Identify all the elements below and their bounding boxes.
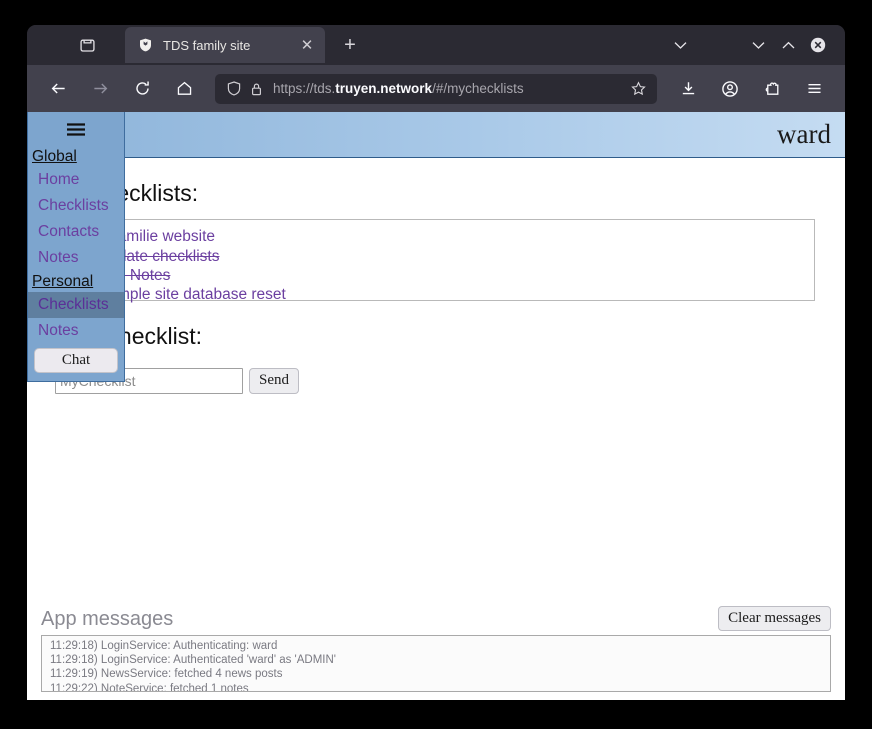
puzzle-piece-icon[interactable] — [756, 73, 788, 105]
logged-in-username: ward — [777, 119, 831, 150]
page-content: My checklists: Todo: Familie website Upd… — [27, 180, 845, 394]
log-line: 11:29:19) NewsService: fetched 4 news po… — [50, 667, 824, 681]
window-maximize-chevron-up-icon[interactable] — [773, 30, 803, 60]
log-line: 11:29:22) NoteService: fetched 1 notes — [50, 682, 824, 692]
lock-icon[interactable] — [245, 78, 267, 100]
hamburger-menu-icon[interactable] — [798, 73, 830, 105]
sidebar-item-global-checklists[interactable]: Checklists — [28, 193, 124, 219]
sidebar-item-global-home[interactable]: Home — [28, 167, 124, 193]
url-scheme: https://tds. — [273, 81, 335, 96]
url-host: truyen.network — [335, 81, 432, 96]
send-button[interactable]: Send — [249, 368, 299, 393]
navigation-menu-overlay: Global Home Checklists Contacts Notes Pe… — [27, 112, 125, 382]
browser-window: TDS family site ✕ + — [27, 25, 845, 700]
screen: TDS family site ✕ + — [0, 0, 872, 729]
checklist-items: Update checklists Add Notes Sample site … — [66, 247, 804, 304]
new-checklist-form: Send — [55, 368, 815, 394]
sidebar-item-global-contacts[interactable]: Contacts — [28, 219, 124, 245]
site-header: ward — [27, 112, 845, 158]
url-bar[interactable]: https://tds.truyen.network/#/mychecklist… — [215, 74, 657, 104]
back-arrow-icon[interactable] — [42, 73, 74, 105]
tab-strip: TDS family site ✕ + — [27, 25, 845, 65]
reload-icon[interactable] — [126, 73, 158, 105]
toolbar-right-group — [667, 73, 835, 105]
sidebar-item-personal-notes[interactable]: Notes — [28, 318, 124, 344]
home-icon[interactable] — [168, 73, 200, 105]
clear-messages-button[interactable]: Clear messages — [718, 606, 831, 631]
sidebar-item-personal-checklists[interactable]: Checklists — [28, 292, 124, 318]
account-circle-icon[interactable] — [714, 73, 746, 105]
checklist-panel: Todo: Familie website Update checklists … — [55, 219, 815, 301]
all-tabs-chevron-down-icon[interactable] — [665, 30, 695, 60]
sidebar-item-global-notes[interactable]: Notes — [28, 245, 124, 271]
hamburger-menu-icon[interactable] — [28, 112, 124, 146]
shield-icon[interactable] — [223, 78, 245, 100]
my-checklists-heading: My checklists: — [55, 180, 829, 207]
app-messages-log[interactable]: 11:29:18) LoginService: Authenticating: … — [41, 635, 831, 692]
tab-list-icon[interactable] — [67, 29, 107, 61]
star-icon[interactable] — [627, 78, 649, 100]
tab-title: TDS family site — [163, 38, 297, 53]
new-tab-button[interactable]: + — [337, 32, 363, 58]
app-messages-title: App messages — [41, 608, 173, 631]
checklist-item[interactable]: Update checklists — [82, 247, 804, 266]
checklist-title[interactable]: Todo: Familie website — [66, 228, 804, 246]
log-line: 11:29:18) LoginService: Authenticated 'w… — [50, 653, 824, 667]
navigation-toolbar: https://tds.truyen.network/#/mychecklist… — [27, 65, 845, 112]
window-minimize-chevron-down-icon[interactable] — [743, 30, 773, 60]
page-viewport: ward My checklists: Todo: Familie websit… — [27, 112, 845, 700]
forward-arrow-icon — [84, 73, 116, 105]
checklist-item-label: Sample site database reset — [98, 286, 286, 303]
log-line: 11:29:18) LoginService: Authenticating: … — [50, 639, 824, 653]
app-messages-footer: App messages Clear messages 11:29:18) Lo… — [27, 606, 845, 700]
close-icon[interactable]: ✕ — [297, 35, 317, 55]
window-close-circle-icon[interactable] — [803, 30, 833, 60]
menu-heading-personal: Personal — [28, 271, 124, 292]
url-path: /#/mychecklists — [432, 81, 524, 96]
shield-icon — [137, 37, 153, 53]
menu-heading-global: Global — [28, 146, 124, 167]
url-text[interactable]: https://tds.truyen.network/#/mychecklist… — [273, 81, 627, 96]
chat-button[interactable]: Chat — [34, 348, 118, 373]
checklist-item[interactable]: Add Notes — [82, 266, 804, 285]
checklist-item[interactable]: Sample site database reset — [82, 285, 804, 304]
browser-tab[interactable]: TDS family site ✕ — [125, 27, 325, 63]
app-messages-header: App messages Clear messages — [41, 606, 831, 635]
download-icon[interactable] — [672, 73, 704, 105]
new-checklist-heading: New checklist: — [55, 323, 829, 350]
